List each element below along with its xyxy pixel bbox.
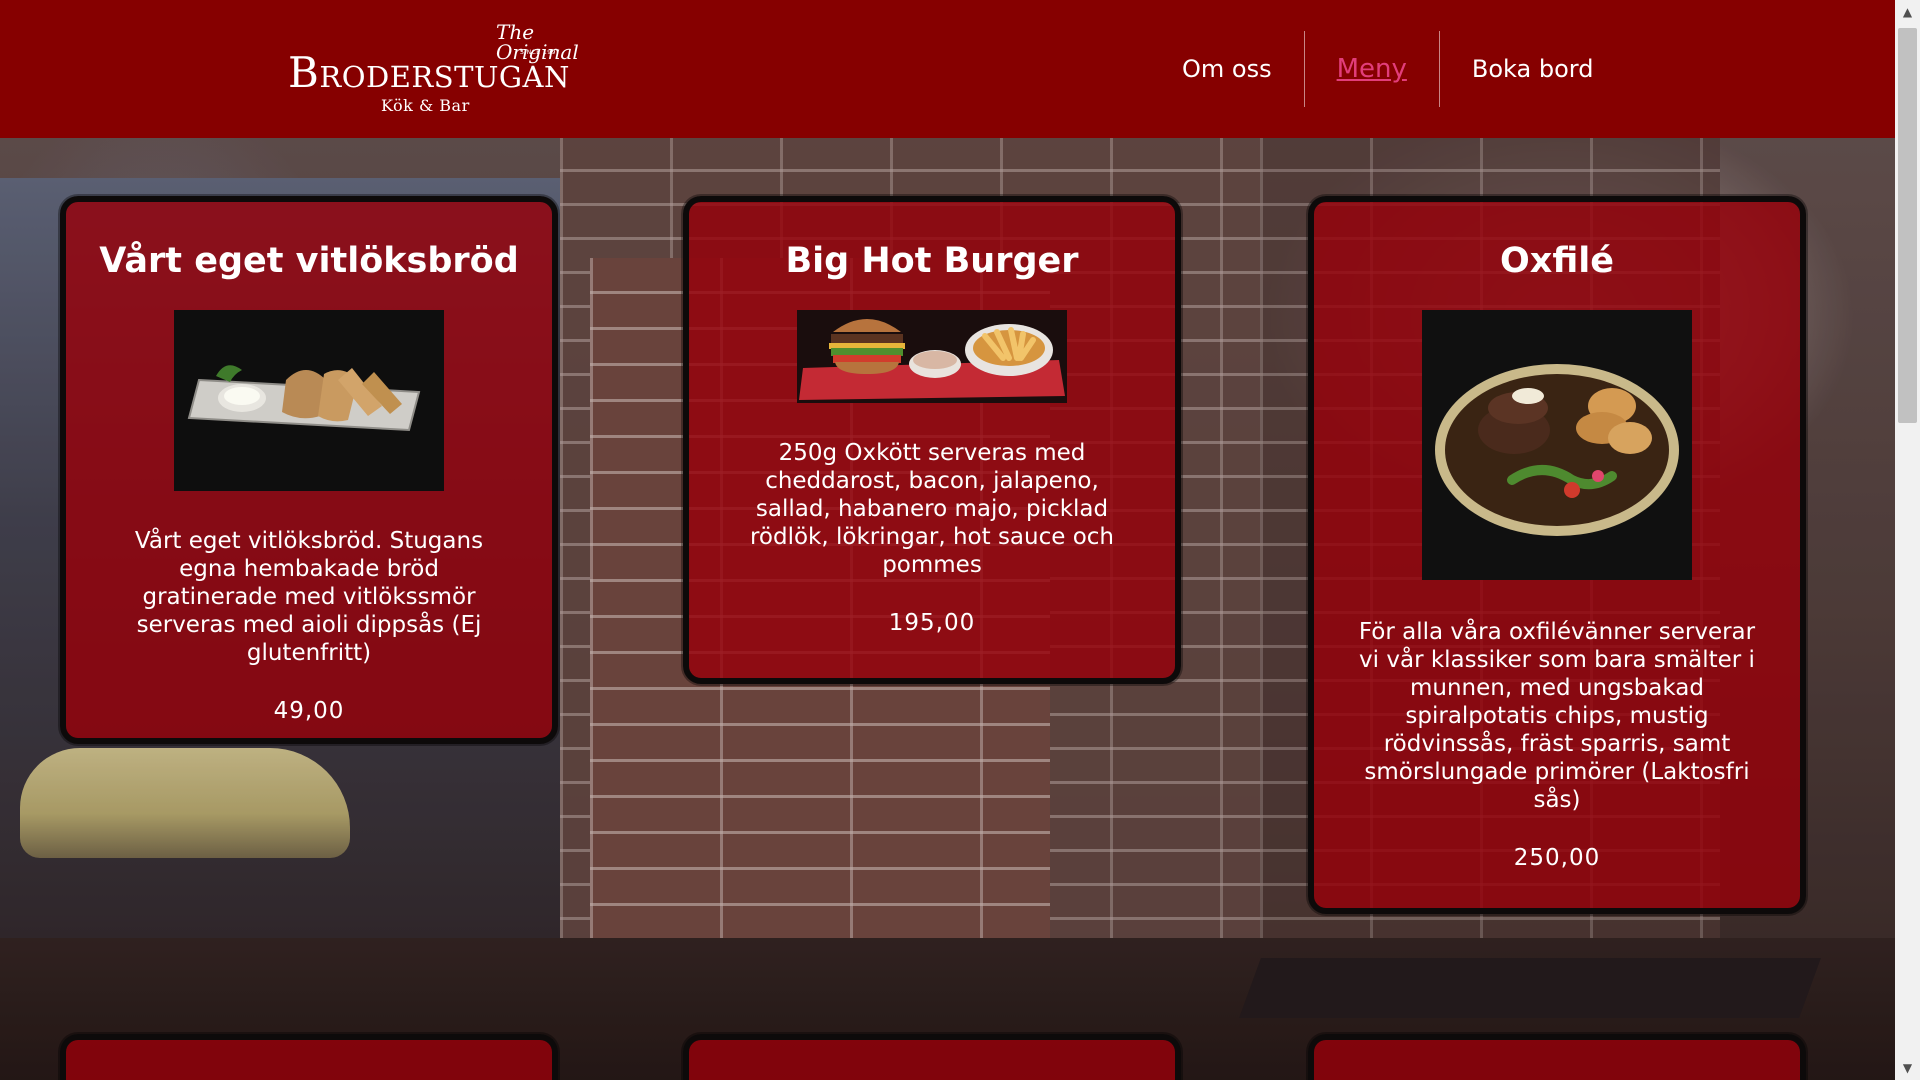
garlic-bread-image: [174, 310, 444, 491]
nav-divider: [1303, 31, 1305, 107]
nav-item-boka-bord[interactable]: Boka bord: [1440, 28, 1626, 110]
menu-item-title: Vårt eget vitlöksbröd: [99, 241, 519, 281]
menu-item-description: 250g Oxkött serveras med cheddarost, bac…: [749, 440, 1115, 578]
menu-card-partial: [683, 1034, 1181, 1080]
logo-tagline: Kök & Bar: [381, 96, 470, 115]
nav-item-om-oss[interactable]: Om oss: [1150, 28, 1304, 110]
menu-item-title: Big Hot Burger: [785, 241, 1079, 281]
site-header: The Original SINCE 1997 Broderstugan Kök…: [0, 0, 1895, 138]
menu-item-description: Vårt eget vitlöksbröd. Stugans egna hemb…: [134, 528, 484, 666]
menu-item-price: 250,00: [1513, 845, 1601, 871]
menu-card-partial: [60, 1034, 558, 1080]
menu-card: Big Hot Burger 250g Oxkött serveras med …: [683, 196, 1181, 684]
logo-name: Broderstugan: [288, 48, 570, 97]
menu-card: Oxfilé För alla våra oxfilévänner server…: [1308, 196, 1806, 914]
beef-fillet-photo: [1422, 310, 1692, 580]
chevron-down-icon[interactable]: ▼: [1895, 1056, 1920, 1080]
main-nav: Om oss Meny Boka bord: [1150, 28, 1625, 110]
menu-item-price: 195,00: [888, 610, 976, 636]
burger-photo: [797, 310, 1067, 403]
menu-item-title: Oxfilé: [1499, 241, 1614, 281]
menu-grid: Vårt eget vitlöksbröd Vårt eget vitlöksb…: [0, 0, 1895, 1080]
nav-item-meny[interactable]: Meny: [1305, 28, 1439, 110]
nav-divider: [1438, 31, 1440, 107]
page: The Original SINCE 1997 Broderstugan Kök…: [0, 0, 1920, 1080]
page-scrollbar[interactable]: ▲ ▼: [1895, 0, 1920, 1080]
menu-card: Vårt eget vitlöksbröd Vårt eget vitlöksb…: [60, 196, 558, 744]
scrollbar-thumb[interactable]: [1898, 28, 1917, 423]
menu-item-price: 49,00: [273, 698, 345, 724]
beef-fillet-image: [1422, 310, 1692, 580]
burger-image: [797, 310, 1067, 403]
menu-card-partial: [1308, 1034, 1806, 1080]
menu-item-description: För alla våra oxfilévänner serverar vi v…: [1358, 619, 1756, 813]
garlic-bread-photo: [174, 310, 444, 491]
chevron-up-icon[interactable]: ▲: [1895, 0, 1920, 24]
site-logo[interactable]: The Original SINCE 1997 Broderstugan Kök…: [288, 22, 579, 118]
